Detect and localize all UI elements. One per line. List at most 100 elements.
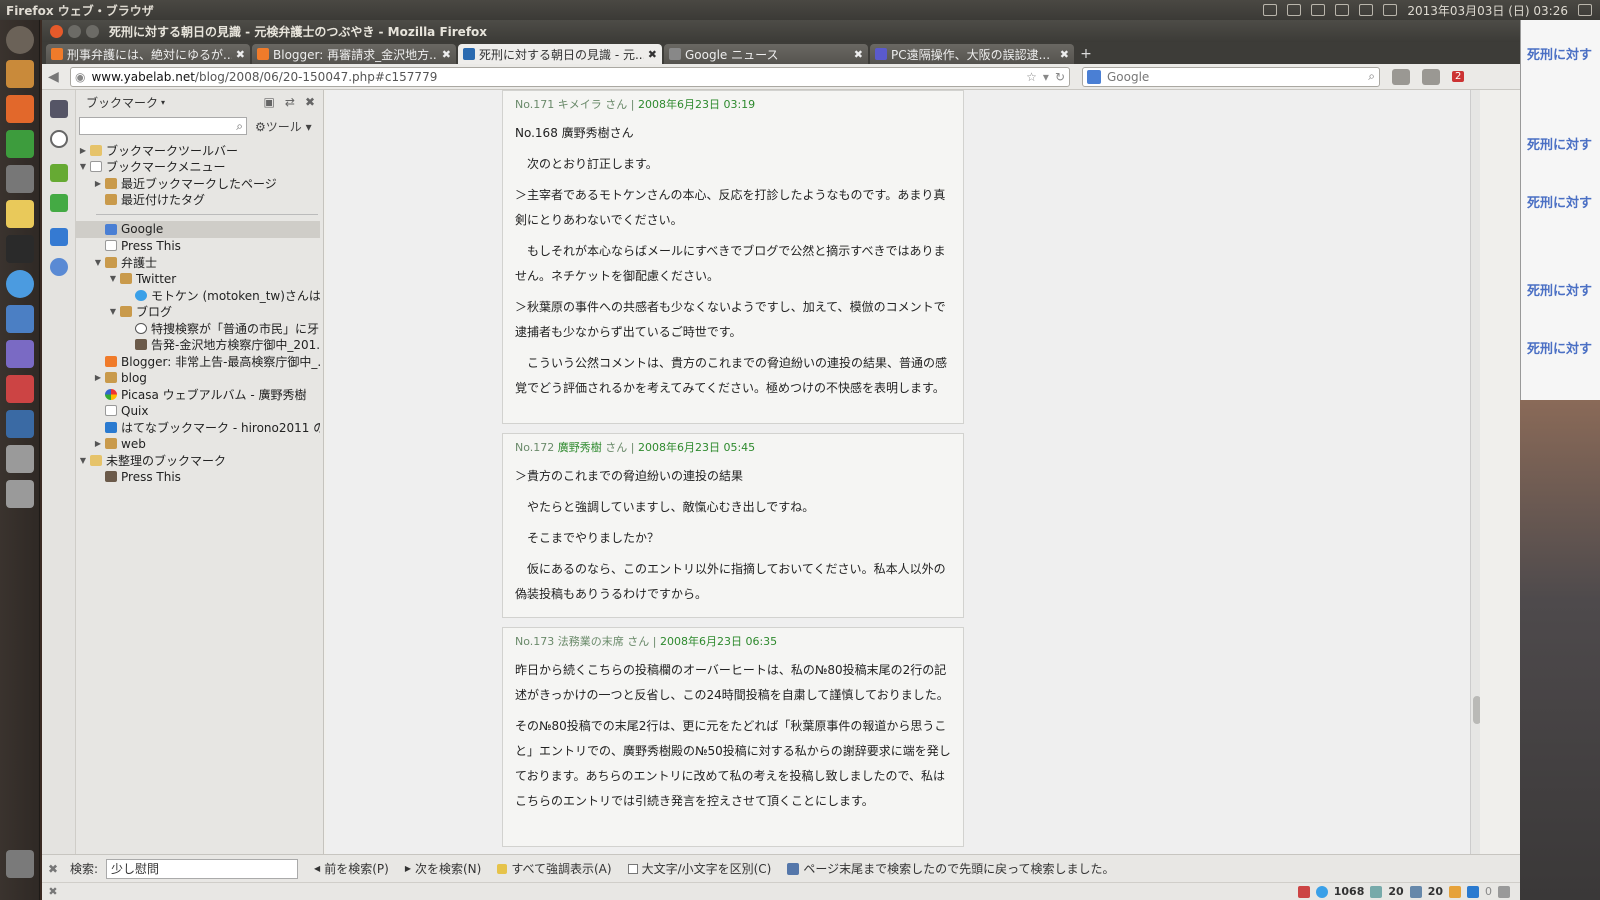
expand-right-icon[interactable]: ▶ bbox=[78, 146, 88, 155]
message-icon[interactable] bbox=[1409, 885, 1422, 898]
bookmark-item[interactable]: Google bbox=[76, 221, 320, 238]
settings-icon[interactable] bbox=[6, 165, 34, 193]
app-icon[interactable] bbox=[6, 305, 34, 333]
bookmark-item[interactable]: ▶ ブックマークツールバー bbox=[76, 142, 320, 159]
spreadsheet-icon[interactable] bbox=[6, 130, 34, 158]
bookmark-item[interactable]: ▼ Twitter bbox=[76, 271, 320, 288]
mail-icon[interactable] bbox=[1287, 4, 1302, 16]
bookmark-item[interactable]: ▼ ブックマークメニュー bbox=[76, 159, 320, 176]
active-app-name[interactable]: Firefox ウェブ・ブラウザ bbox=[0, 2, 154, 19]
download-icon[interactable] bbox=[50, 164, 68, 182]
bookmark-item[interactable]: 特捜検察が「普通の市民」に牙... bbox=[76, 320, 320, 337]
expand-down-icon[interactable]: ▼ bbox=[93, 258, 103, 267]
comment-date-link[interactable]: 2008年6月23日 05:45 bbox=[638, 441, 755, 454]
maximize-button[interactable] bbox=[86, 24, 99, 38]
sidebar-search-input[interactable]: ⌕ bbox=[79, 117, 247, 135]
bookmark-item[interactable]: ▶ 最近ブックマークしたページ bbox=[76, 175, 320, 192]
background-browser-window[interactable]: 死刑に対す 死刑に対す 死刑に対す 死刑に対す 死刑に対す bbox=[1520, 20, 1600, 400]
tab-3-active[interactable]: 死刑に対する朝日の見識 - 元... ✖ bbox=[458, 44, 662, 64]
files-icon[interactable] bbox=[6, 60, 34, 88]
chrome-icon[interactable] bbox=[6, 270, 34, 298]
bookmark-item[interactable]: モトケン (motoken_tw)さんはT... bbox=[76, 287, 320, 304]
network-icon[interactable] bbox=[1359, 4, 1374, 16]
tab-close-icon[interactable]: ✖ bbox=[236, 48, 245, 61]
dash-home-icon[interactable] bbox=[6, 26, 34, 54]
comment-date-link[interactable]: 2008年6月23日 03:19 bbox=[638, 98, 755, 111]
bookmark-item[interactable]: ▼ ブログ bbox=[76, 304, 320, 321]
expand-right-icon[interactable]: ▶ bbox=[93, 439, 103, 448]
info-icon[interactable] bbox=[50, 258, 68, 276]
terminal-icon[interactable] bbox=[6, 235, 34, 263]
trash-icon[interactable] bbox=[6, 850, 34, 878]
comment-date-link[interactable]: 2008年6月23日 06:35 bbox=[660, 635, 777, 648]
reply-icon[interactable] bbox=[1370, 885, 1383, 898]
bookmark-item[interactable]: Press This bbox=[76, 238, 320, 255]
reload-icon[interactable]: ↻ bbox=[1055, 70, 1065, 84]
clock[interactable]: 2013年03月03日 (日) 03:26 bbox=[1407, 2, 1568, 19]
findbar-close-icon[interactable]: ✖ bbox=[42, 862, 64, 876]
puzzle-icon[interactable] bbox=[50, 228, 68, 246]
bookmark-item[interactable]: Picasa ウェブアルバム - 廣野秀樹 bbox=[76, 386, 320, 403]
bookmark-item[interactable]: ▶ web bbox=[76, 436, 320, 453]
expand-down-icon[interactable]: ▼ bbox=[108, 307, 118, 316]
dropdown-icon[interactable]: ▾ bbox=[1043, 70, 1049, 84]
tools-menu-button[interactable]: ⚙ツール ▾ bbox=[255, 118, 312, 135]
back-arrow-icon[interactable]: ◀ bbox=[48, 69, 70, 85]
bookmark-item[interactable]: はてなブックマーク - hirono2011 のブ... bbox=[76, 419, 320, 436]
tab-close-icon[interactable]: ✖ bbox=[648, 48, 657, 61]
bookmark-item[interactable]: ▶ blog bbox=[76, 370, 320, 387]
bookmark-item[interactable]: ▼ 未整理のブックマーク bbox=[76, 452, 320, 469]
bookmark-item[interactable]: 最近付けたタグ bbox=[76, 192, 320, 209]
site-identity-icon[interactable]: ◉ bbox=[75, 70, 85, 84]
close-window-button[interactable] bbox=[50, 24, 63, 38]
new-tab-button[interactable]: + bbox=[1076, 46, 1096, 64]
keyboard-icon[interactable] bbox=[1263, 4, 1278, 16]
comment-author-link[interactable]: 廣野秀樹 bbox=[558, 441, 602, 454]
bookmark-item[interactable]: Quix bbox=[76, 403, 320, 420]
chat-icon[interactable] bbox=[1498, 885, 1510, 898]
bluetooth-icon[interactable] bbox=[1335, 4, 1350, 16]
battery-icon[interactable] bbox=[1311, 4, 1326, 16]
checkbox-icon[interactable] bbox=[627, 863, 638, 874]
find-previous-button[interactable]: ◀ 前を検索(P) bbox=[314, 860, 389, 877]
tab-2[interactable]: Blogger: 再審請求_金沢地方... ✖ bbox=[252, 44, 456, 64]
mail-notifier-badge[interactable]: 2 bbox=[1452, 71, 1465, 82]
highlight-all-button[interactable]: すべて強調表示(A) bbox=[497, 860, 612, 877]
gear-icon[interactable] bbox=[1578, 4, 1592, 16]
expand-right-icon[interactable]: ▶ bbox=[93, 179, 103, 188]
bookmark-item[interactable]: Press This bbox=[76, 469, 320, 486]
expand-right-icon[interactable]: ▶ bbox=[93, 373, 103, 382]
bookmark-star-icon[interactable]: ☆ bbox=[1026, 70, 1037, 84]
expand-down-icon[interactable]: ▼ bbox=[78, 162, 88, 171]
bookmarks-sidebar-icon[interactable] bbox=[50, 100, 68, 118]
minimize-button[interactable] bbox=[68, 24, 81, 38]
text-editor-icon[interactable] bbox=[6, 200, 34, 228]
addon-icon[interactable] bbox=[1422, 68, 1440, 85]
expand-down-icon[interactable]: ▼ bbox=[78, 456, 88, 465]
office-icon[interactable] bbox=[6, 375, 34, 403]
notes-icon[interactable] bbox=[1449, 885, 1461, 898]
tab-close-icon[interactable]: ✖ bbox=[854, 48, 863, 61]
addon-status-icon[interactable] bbox=[1297, 885, 1310, 898]
history-icon[interactable] bbox=[50, 130, 68, 148]
google-icon[interactable] bbox=[1087, 69, 1101, 84]
scrollbar-thumb[interactable] bbox=[1473, 696, 1480, 724]
twitter-icon[interactable] bbox=[1315, 885, 1328, 898]
bookmark-item[interactable]: ▼ 弁護士 bbox=[76, 254, 320, 271]
hatena-icon[interactable] bbox=[1467, 885, 1479, 898]
sidebar-title-dropdown-icon[interactable]: ▾ bbox=[161, 98, 165, 107]
find-input[interactable]: 少し慰問 bbox=[106, 858, 299, 879]
find-next-button[interactable]: ▶ 次を検索(N) bbox=[405, 860, 482, 877]
organize-icon[interactable]: ▣ bbox=[264, 95, 275, 109]
drive-icon-2[interactable] bbox=[6, 480, 34, 508]
search-icon[interactable]: ⌕ bbox=[1368, 69, 1375, 84]
url-bar[interactable]: ◉ www.yabelab.net/blog/2008/06/20-150047… bbox=[70, 66, 1070, 87]
search-bar[interactable]: Google ⌕ bbox=[1082, 66, 1380, 87]
drive-icon[interactable] bbox=[6, 445, 34, 473]
page-scrollbar[interactable] bbox=[1470, 90, 1480, 854]
firefox-icon[interactable] bbox=[6, 95, 34, 123]
statusbar-close-icon[interactable]: ✖ bbox=[42, 885, 64, 898]
home-icon[interactable] bbox=[1392, 68, 1410, 85]
window-icon[interactable] bbox=[6, 410, 34, 438]
tool-icon[interactable] bbox=[6, 340, 34, 368]
